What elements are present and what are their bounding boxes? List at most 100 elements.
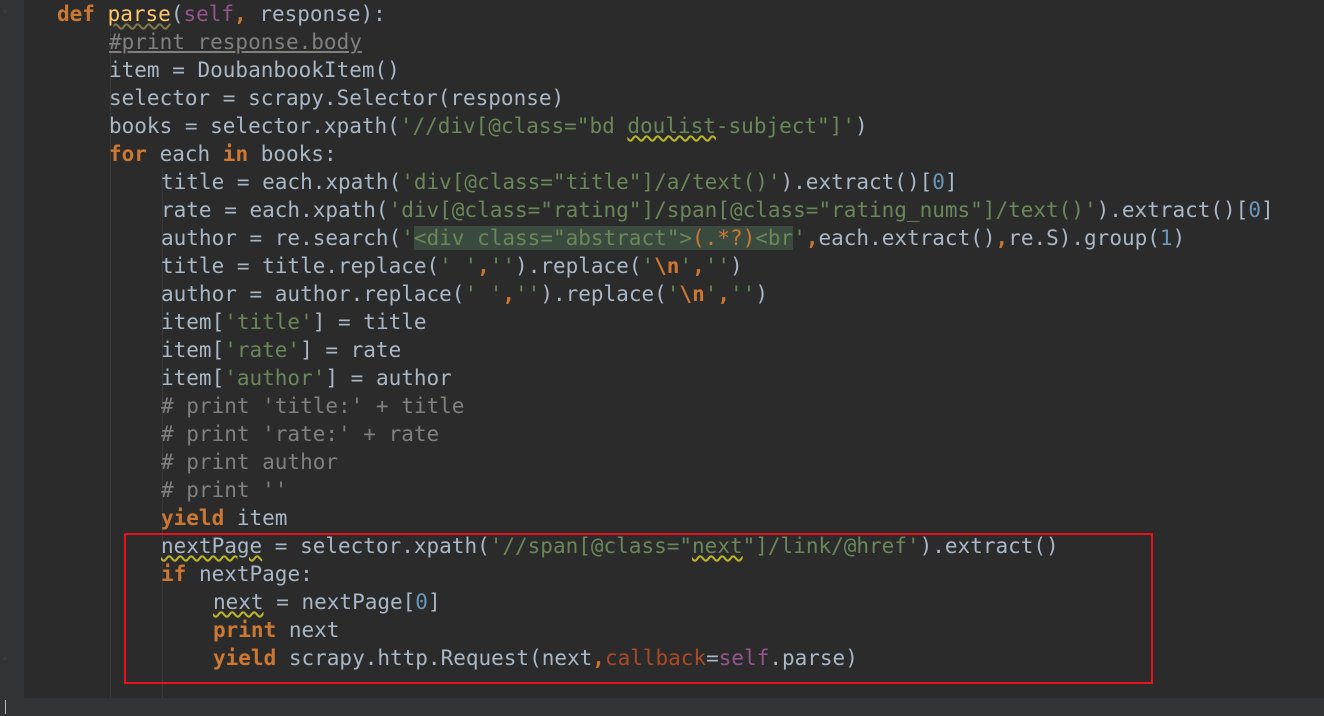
- code-token: ,: [234, 2, 260, 26]
- code-token: ): [755, 282, 768, 306]
- code-token: books:: [248, 142, 337, 166]
- code-token: <div class="abstract">: [413, 226, 693, 250]
- code-token: item[: [161, 338, 225, 362]
- code-line[interactable]: title = each.xpath('div[@class="title"]/…: [161, 168, 958, 196]
- code-token: ' ': [439, 254, 478, 278]
- code-token: in: [222, 142, 249, 166]
- code-token: author = author.replace(: [161, 282, 465, 306]
- code-token: \n: [679, 282, 705, 306]
- code-token: ': [793, 226, 806, 250]
- editor-gutter[interactable]: [0, 0, 24, 716]
- code-token: <br: [755, 226, 794, 250]
- code-token: (.*?): [692, 226, 756, 250]
- code-token: each: [146, 142, 223, 166]
- code-token: ).replace(: [540, 282, 667, 306]
- fold-marker-bottom[interactable]: ◦: [0, 655, 10, 665]
- code-line[interactable]: item['author'] = author: [161, 364, 452, 392]
- code-token: '': [730, 282, 756, 306]
- code-token: response):: [259, 2, 386, 26]
- code-token: # print 'rate:' + rate: [161, 422, 440, 446]
- code-token: selector = scrapy.Selector(response): [109, 86, 565, 110]
- code-token: ).extract()[: [1096, 198, 1249, 222]
- code-token: ]: [1260, 198, 1274, 222]
- code-line[interactable]: item['rate'] = rate: [161, 336, 401, 364]
- code-line[interactable]: for each in books:: [109, 140, 337, 168]
- code-token: ': [641, 254, 655, 278]
- code-token: rate = each.xpath(: [161, 198, 389, 222]
- text-caret: [5, 700, 6, 714]
- code-token: for: [109, 142, 147, 166]
- code-line[interactable]: # print '': [161, 476, 287, 504]
- code-line[interactable]: author = re.search('<div class="abstract…: [161, 224, 1185, 252]
- code-token: item[: [161, 366, 225, 390]
- code-token: self: [183, 2, 235, 26]
- code-token: ).extract()[: [780, 170, 933, 194]
- code-token: 1: [1159, 226, 1173, 250]
- code-token: 'title': [224, 310, 313, 334]
- code-token: 'rate': [224, 338, 301, 362]
- code-token: ): [1172, 226, 1186, 250]
- code-token: re.S).group(: [1008, 226, 1160, 250]
- code-token: ,: [805, 226, 819, 250]
- code-line[interactable]: # print author: [161, 448, 338, 476]
- code-token: def: [57, 2, 95, 26]
- code-token: title = each.xpath(: [161, 170, 402, 194]
- code-token: ] = author: [325, 366, 452, 390]
- code-line[interactable]: rate = each.xpath('div[@class="rating"]/…: [161, 196, 1274, 224]
- code-token: 0: [932, 170, 945, 194]
- code-token: item[: [161, 310, 225, 334]
- code-token: item: [224, 506, 288, 530]
- code-token: -subject"]': [715, 114, 855, 138]
- code-line[interactable]: # print 'rate:' + rate: [161, 420, 439, 448]
- code-token: '': [515, 282, 541, 306]
- code-token: # print 'title:' + title: [161, 394, 465, 418]
- code-token: (: [170, 2, 184, 26]
- code-line[interactable]: title = title.replace(' ','').replace('\…: [161, 252, 743, 280]
- code-token: parse: [107, 2, 171, 26]
- code-token: '': [704, 254, 731, 278]
- code-token: books = selector.xpath(: [109, 114, 400, 138]
- code-token: title = title.replace(: [161, 254, 440, 278]
- code-token: author = re.search(: [161, 226, 402, 250]
- code-line[interactable]: yield item: [161, 504, 287, 532]
- code-token: ] = title: [312, 310, 427, 334]
- code-token: item = DoubanbookItem(): [109, 58, 400, 82]
- code-token: \n: [654, 254, 680, 278]
- code-token: doulist: [627, 114, 716, 138]
- code-token: ': [666, 282, 680, 306]
- code-line[interactable]: #print response.body: [109, 28, 362, 56]
- code-line[interactable]: # print 'title:' + title: [161, 392, 464, 420]
- code-token: yield: [161, 506, 225, 530]
- code-token: ]: [944, 170, 958, 194]
- code-token: '': [489, 254, 516, 278]
- code-token: ': [401, 226, 414, 250]
- code-token: ,: [477, 254, 490, 278]
- code-token: ': [704, 282, 718, 306]
- code-token: ': [679, 254, 693, 278]
- code-token: 'div[@class="rating"]/span[@class="ratin…: [388, 198, 1097, 222]
- highlight-annotation-box: [124, 533, 1153, 684]
- code-token: ,: [717, 282, 731, 306]
- code-token: ,: [502, 282, 516, 306]
- code-line[interactable]: item['title'] = title: [161, 308, 427, 336]
- code-line[interactable]: def parse(self, response):: [57, 0, 386, 28]
- code-line[interactable]: author = author.replace(' ','').replace(…: [161, 280, 768, 308]
- code-token: # print '': [161, 478, 288, 502]
- code-token: 0: [1248, 198, 1261, 222]
- code-token: ): [730, 254, 743, 278]
- code-editor[interactable]: ◦ ◦ def parse(self, response): #print res…: [0, 0, 1324, 716]
- code-token: ).replace(: [515, 254, 642, 278]
- code-line[interactable]: selector = scrapy.Selector(response): [109, 84, 564, 112]
- code-token: 'author': [224, 366, 326, 390]
- code-token: each.extract(): [818, 226, 996, 250]
- code-token: 'div[@class="title"]/a/text()': [401, 170, 781, 194]
- code-line[interactable]: books = selector.xpath('//div[@class="bd…: [109, 112, 868, 140]
- code-token: # print author: [161, 450, 339, 474]
- code-token: ] = rate: [300, 338, 402, 362]
- fold-marker-top[interactable]: ◦: [0, 8, 10, 18]
- code-token: ): [854, 114, 868, 138]
- code-line[interactable]: item = DoubanbookItem(): [109, 56, 400, 84]
- code-token: ' ': [464, 282, 503, 306]
- editor-bottom-strip: [0, 698, 1324, 716]
